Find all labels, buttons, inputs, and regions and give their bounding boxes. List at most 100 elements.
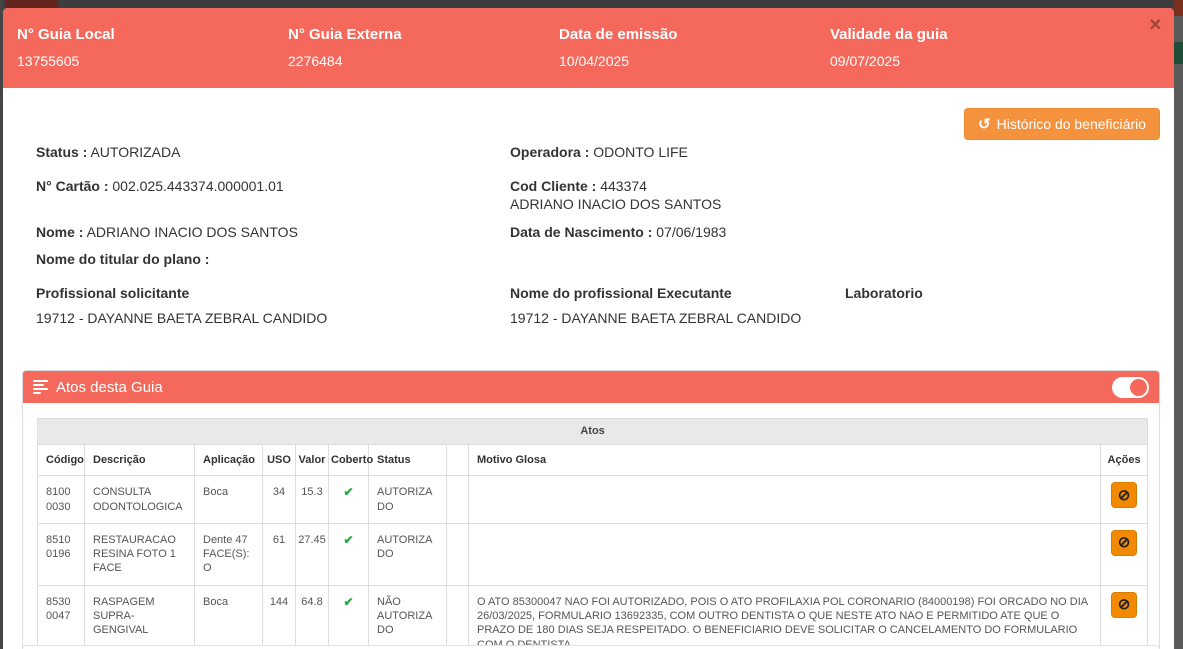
col-acoes: Ações xyxy=(1099,443,1149,477)
solicitante-line: Profissional solicitante xyxy=(36,285,189,301)
col-aplicacao: Aplicação xyxy=(194,443,263,477)
solicitante-value: 19712 - DAYANNE BAETA ZEBRAL CANDIDO xyxy=(36,310,328,326)
guia-externa-label: N° Guia Externa xyxy=(288,26,402,43)
cell-descricao: RESTAURACAO RESINA FOTO 1 FACE xyxy=(84,522,195,586)
col-status: Status xyxy=(368,443,447,477)
cell-descricao: CONSULTA ODONTOLOGICA xyxy=(84,475,195,524)
backdrop-top-patch xyxy=(6,0,58,8)
nome-value: ADRIANO INACIO DOS SANTOS xyxy=(86,224,298,240)
guia-externa-field: N° Guia Externa 2276484 xyxy=(288,18,559,88)
cell-valor: 64.8 xyxy=(295,584,329,649)
check-icon: ✔ xyxy=(343,532,354,547)
cartao-label: N° Cartão : xyxy=(36,178,109,194)
cartao-line: N° Cartão : 002.025.443374.000001.01 xyxy=(36,178,284,194)
status-line: Status : AUTORIZADA xyxy=(36,144,180,160)
atos-toggle[interactable] xyxy=(1112,376,1149,398)
cell-coberto: ✔ xyxy=(328,584,369,649)
col-uso: USO xyxy=(262,443,296,477)
ban-icon: ⊘ xyxy=(1117,486,1131,504)
nascimento-label: Data de Nascimento : xyxy=(510,224,653,240)
cod-cliente-value: 443374 xyxy=(600,178,647,194)
table-row: 85100196 RESTAURACAO RESINA FOTO 1 FACE … xyxy=(37,522,1149,586)
guia-externa-value: 2276484 xyxy=(288,53,343,69)
operadora-line: Operadora : ODONTO LIFE xyxy=(510,144,688,160)
executante-value: 19712 - DAYANNE BAETA ZEBRAL CANDIDO xyxy=(510,310,802,326)
atos-panel: Atos desta Guia Atos Código Descrição Ap… xyxy=(22,370,1160,649)
cell-motivo-glosa xyxy=(468,475,1101,524)
data-emissao-label: Data de emissão xyxy=(559,26,678,43)
col-spacer xyxy=(446,443,469,477)
spacer-cell xyxy=(446,475,469,524)
cell-valor: 15.3 xyxy=(295,475,329,524)
cell-motivo-glosa: O ATO 85300047 NAO FOI AUTORIZADO, POIS … xyxy=(468,584,1101,649)
table-group-header-row: Atos xyxy=(36,418,1149,445)
titular-label: Nome do titular do plano : xyxy=(36,251,210,267)
historico-beneficiario-button[interactable]: ↺ Histórico do beneficiário xyxy=(964,108,1160,140)
ban-icon: ⊘ xyxy=(1117,534,1131,552)
validade-value: 09/07/2025 xyxy=(830,53,901,69)
laboratorio-line: Laboratorio xyxy=(845,285,923,301)
executante-line: Nome do profissional Executante xyxy=(510,285,732,301)
cancel-ato-button[interactable]: ⊘ xyxy=(1111,482,1138,509)
close-icon[interactable]: ✕ xyxy=(1149,18,1162,34)
cell-uso: 61 xyxy=(262,522,296,586)
cell-valor: 27.45 xyxy=(295,522,329,586)
spacer-cell xyxy=(446,584,469,649)
cell-aplicacao: Boca xyxy=(194,475,263,524)
backdrop-patch xyxy=(1174,0,1183,16)
cell-acoes: ⊘ xyxy=(1099,475,1149,524)
col-coberto: Coberto xyxy=(328,443,373,477)
operadora-label: Operadora : xyxy=(510,144,590,160)
nascimento-value: 07/06/1983 xyxy=(656,224,727,240)
validade-field: Validade da guia 09/07/2025 xyxy=(830,18,1101,88)
nome-label: Nome : xyxy=(36,224,84,240)
operadora-value: ODONTO LIFE xyxy=(593,144,688,160)
cell-aplicacao: Boca xyxy=(194,584,263,649)
historico-beneficiario-label: Histórico do beneficiário xyxy=(996,116,1146,132)
cell-descricao: RASPAGEM SUPRA-GENGIVAL xyxy=(84,584,195,649)
list-icon xyxy=(33,378,48,396)
backdrop-top xyxy=(0,0,1183,8)
guia-local-label: N° Guia Local xyxy=(17,26,115,43)
cell-status: AUTORIZADO xyxy=(368,475,447,524)
col-descricao: Descrição xyxy=(84,443,195,477)
col-valor: Valor xyxy=(295,443,329,477)
backdrop-patch xyxy=(1174,42,1183,64)
cell-uso: 144 xyxy=(262,584,296,649)
ban-icon: ⊘ xyxy=(1117,596,1131,614)
next-section-edge xyxy=(22,645,1160,649)
cell-coberto: ✔ xyxy=(328,475,369,524)
cell-motivo-glosa xyxy=(468,522,1101,586)
cell-acoes: ⊘ xyxy=(1099,522,1149,586)
table-header-row: Código Descrição Aplicação USO Valor Cob… xyxy=(37,443,1149,477)
guia-local-field: N° Guia Local 13755605 xyxy=(17,18,288,88)
cancel-ato-button[interactable]: ⊘ xyxy=(1111,529,1138,556)
cancel-ato-button[interactable]: ⊘ xyxy=(1111,591,1138,618)
nascimento-line: Data de Nascimento : 07/06/1983 xyxy=(510,224,726,240)
table-row: 81000030 CONSULTA ODONTOLOGICA Boca 34 1… xyxy=(37,475,1149,524)
cell-codigo: 85300047 xyxy=(37,584,85,649)
backdrop-right xyxy=(1174,0,1183,649)
col-motivo-glosa: Motivo Glosa xyxy=(468,443,1101,477)
cod-cliente-name: ADRIANO INACIO DOS SANTOS xyxy=(510,196,722,212)
guia-modal: N° Guia Local 13755605 N° Guia Externa 2… xyxy=(3,8,1174,649)
modal-header: N° Guia Local 13755605 N° Guia Externa 2… xyxy=(3,8,1174,88)
nome-line: Nome : ADRIANO INACIO DOS SANTOS xyxy=(36,224,298,240)
cod-cliente-label: Cod Cliente : xyxy=(510,178,597,194)
cell-aplicacao: Dente 47 FACE(S): O xyxy=(194,522,263,586)
cartao-value: 002.025.443374.000001.01 xyxy=(112,178,284,194)
laboratorio-label: Laboratorio xyxy=(845,285,923,301)
validade-label: Validade da guia xyxy=(830,26,948,43)
data-emissao-field: Data de emissão 10/04/2025 xyxy=(559,18,830,88)
cell-status: NÃO AUTORIZADO xyxy=(368,584,447,649)
cell-codigo: 85100196 xyxy=(37,522,85,586)
cell-codigo: 81000030 xyxy=(37,475,85,524)
status-label: Status : xyxy=(36,144,88,160)
group-header: Atos xyxy=(36,418,1149,445)
cod-cliente-line: Cod Cliente : 443374 xyxy=(510,178,647,194)
cell-uso: 34 xyxy=(262,475,296,524)
cell-acoes: ⊘ xyxy=(1099,584,1149,649)
atos-table: Atos Código Descrição Aplicação USO Valo… xyxy=(36,418,1149,649)
atos-toggle-knob xyxy=(1130,378,1147,396)
check-icon: ✔ xyxy=(343,485,354,500)
